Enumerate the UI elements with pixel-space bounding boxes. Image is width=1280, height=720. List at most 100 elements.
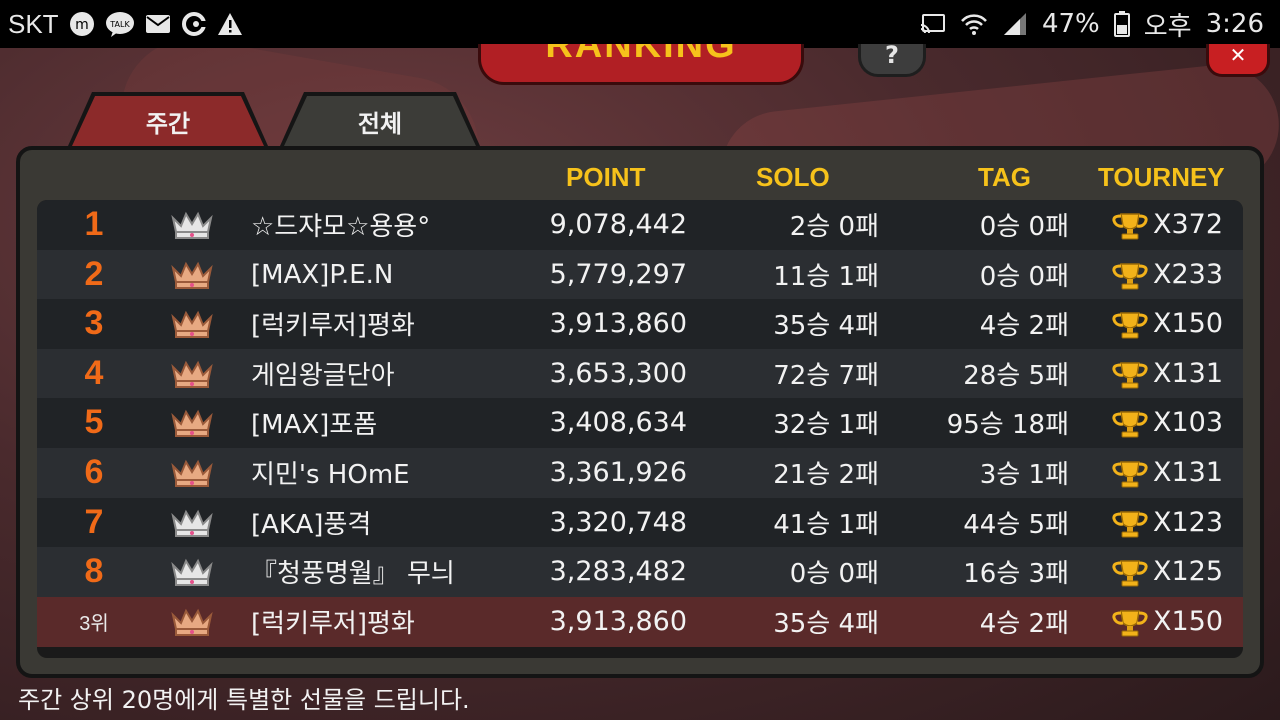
- crown-icon: [170, 309, 214, 339]
- table-row[interactable]: 3 [럭키루저]평화 3,913,860 35승 4패 4승 2패 X150: [37, 299, 1243, 349]
- status-bar: SKT m TALK 47% 오후 3:26: [0, 0, 1280, 48]
- close-button[interactable]: ✕: [1206, 44, 1270, 77]
- tag-record: 4승 2패: [979, 609, 1069, 640]
- player-name: [AKA]풍격: [251, 510, 372, 541]
- tourney-count: X150: [1153, 308, 1224, 340]
- player-name: 지민's HOmE: [251, 460, 410, 491]
- tag-record: 28승 5패: [963, 361, 1069, 392]
- my-rank-row[interactable]: 3위 [럭키루저]평화 3,913,860 35승 4패 4승 2패 X150: [37, 597, 1243, 647]
- solo-record: 21승 2패: [773, 460, 879, 491]
- tab-all[interactable]: 전체: [280, 92, 480, 146]
- tourney-count: X233: [1153, 259, 1224, 291]
- solo-record: 72승 7패: [773, 361, 879, 392]
- help-icon: ?: [885, 41, 899, 69]
- tourney-count: X103: [1153, 407, 1224, 439]
- solo-record: 2승 0패: [789, 212, 879, 243]
- trophy-icon: [1107, 212, 1153, 240]
- crown-icon: [170, 210, 214, 240]
- tag-record: 44승 5패: [963, 510, 1069, 541]
- svg-text:m: m: [75, 17, 89, 33]
- trophy-icon: [1107, 361, 1153, 389]
- tourney-count: X123: [1153, 507, 1224, 539]
- table-row[interactable]: 5 [MAX]포폼 3,408,634 32승 1패 95승 18패 X103: [37, 398, 1243, 448]
- tourney-count: X372: [1153, 209, 1224, 241]
- crown-icon: [170, 260, 214, 290]
- trophy-icon: [1107, 510, 1153, 538]
- point-value: 3,408,634: [549, 407, 687, 439]
- table-row[interactable]: 2 [MAX]P.E.N 5,779,297 11승 1패 0승 0패 X233: [37, 250, 1243, 300]
- table-row[interactable]: 1 ☆드쟈모☆용용° 9,078,442 2승 0패 0승 0패 X372: [37, 200, 1243, 250]
- carrier-label: SKT: [8, 8, 59, 39]
- talk-icon: TALK: [105, 11, 135, 37]
- player-name: [MAX]포폼: [251, 410, 378, 441]
- crown-icon: [170, 557, 214, 587]
- footer-notice: 주간 상위 20명에게 특별한 선물을 드립니다.: [18, 686, 470, 714]
- clock: 3:26: [1205, 9, 1264, 39]
- tag-record: 3승 1패: [979, 460, 1069, 491]
- tag-record: 95승 18패: [946, 410, 1069, 441]
- player-name: 게임왕글단아: [251, 361, 395, 392]
- player-name: 『청풍명월』 무늬: [251, 559, 455, 590]
- tag-record: 0승 0패: [979, 262, 1069, 293]
- point-value: 5,779,297: [549, 259, 687, 291]
- tag-record: 4승 2패: [979, 311, 1069, 342]
- cast-icon: [920, 13, 946, 35]
- crown-icon: [170, 458, 214, 488]
- rank-number: 2: [84, 255, 104, 294]
- line-icon: m: [69, 11, 95, 37]
- ranking-panel: POINT SOLO TAG TOURNEY 1 ☆드쟈모☆용용° 9,078,44…: [16, 146, 1264, 678]
- close-icon: ✕: [1229, 43, 1247, 67]
- wifi-icon: [960, 12, 988, 36]
- trophy-icon: [1107, 262, 1153, 290]
- trophy-icon: [1107, 410, 1153, 438]
- signal-icon: [1002, 12, 1028, 36]
- header-tourney: TOURNEY: [1098, 162, 1225, 192]
- tag-record: 0승 0패: [979, 212, 1069, 243]
- solo-record: 35승 4패: [773, 609, 879, 640]
- header-solo: SOLO: [756, 162, 830, 192]
- table-row[interactable]: 8 『청풍명월』 무늬 3,283,482 0승 0패 16승 3패 X125: [37, 547, 1243, 597]
- tab-all-label: 전체: [357, 109, 403, 138]
- solo-record: 35승 4패: [773, 311, 879, 342]
- trophy-icon: [1107, 559, 1153, 587]
- rank-number: 3: [84, 304, 104, 343]
- point-value: 9,078,442: [549, 209, 687, 241]
- rank-number: 6: [84, 453, 104, 492]
- rank-number: 7: [84, 503, 104, 542]
- point-value: 3,320,748: [549, 507, 687, 539]
- trophy-icon: [1107, 609, 1153, 637]
- tag-record: 16승 3패: [963, 559, 1069, 590]
- rank-number: 1: [84, 205, 104, 244]
- crown-icon: [170, 408, 214, 438]
- player-name: [럭키루저]평화: [251, 609, 415, 640]
- point-value: 3,913,860: [549, 308, 687, 340]
- tab-weekly-label: 주간: [145, 109, 191, 138]
- solo-record: 32승 1패: [773, 410, 879, 441]
- tab-weekly[interactable]: 주간: [68, 92, 268, 146]
- rank-number: 8: [84, 552, 104, 591]
- solo-record: 41승 1패: [773, 510, 879, 541]
- tourney-count: X150: [1153, 606, 1224, 638]
- crown-icon: [170, 508, 214, 538]
- banner-title: RANKING: [545, 44, 737, 66]
- rank-number: 4: [84, 354, 104, 393]
- trophy-icon: [1107, 460, 1153, 488]
- ampm-label: 오후: [1143, 11, 1192, 42]
- tourney-count: X131: [1153, 457, 1224, 489]
- ranking-banner: RANKING: [478, 44, 804, 85]
- solo-record: 0승 0패: [789, 559, 879, 590]
- tourney-count: X131: [1153, 358, 1224, 390]
- rank-number: 5: [84, 403, 104, 442]
- table-row[interactable]: 7 [AKA]풍격 3,320,748 41승 1패 44승 5패 X123: [37, 498, 1243, 548]
- table-row[interactable]: 6 지민's HOmE 3,361,926 21승 2패 3승 1패 X131: [37, 448, 1243, 498]
- trophy-icon: [1107, 311, 1153, 339]
- player-name: [럭키루저]평화: [251, 311, 415, 342]
- ranking-list[interactable]: 1 ☆드쟈모☆용용° 9,078,442 2승 0패 0승 0패 X372 2 [MAX]P.…: [37, 200, 1243, 658]
- crown-icon: [170, 607, 214, 637]
- table-row[interactable]: 4 게임왕글단아 3,653,300 72승 7패 28승 5패 X131: [37, 349, 1243, 399]
- mail-icon: [145, 14, 171, 34]
- help-button[interactable]: ?: [858, 41, 926, 77]
- player-name: ☆드쟈모☆용용°: [251, 212, 431, 243]
- c-icon: [181, 11, 207, 37]
- column-headers: POINT SOLO TAG TOURNEY: [20, 162, 1260, 196]
